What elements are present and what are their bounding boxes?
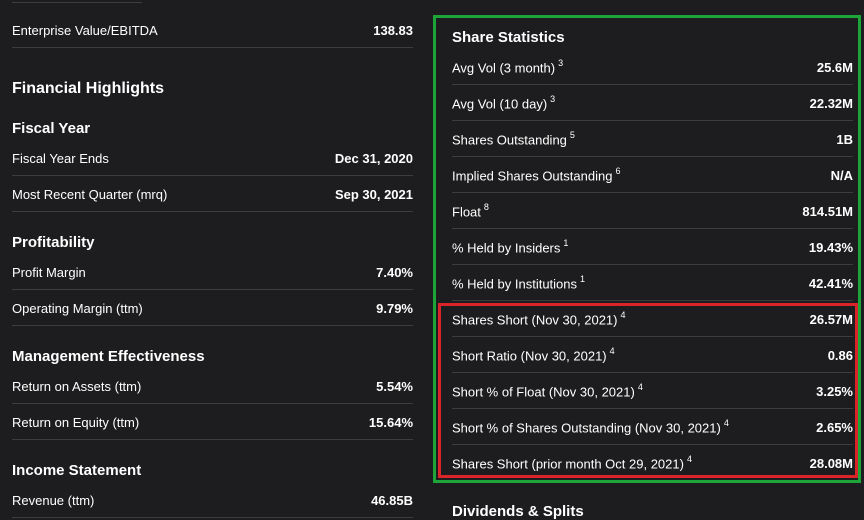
row-label: Return on Equity (ttm) bbox=[12, 414, 140, 430]
table-row: Most Recent Quarter (mrq) Sep 30, 2021 bbox=[12, 177, 413, 212]
income-statement-heading: Income Statement bbox=[12, 462, 142, 479]
row-value: Sep 30, 2021 bbox=[334, 186, 413, 202]
table-row: Return on Equity (ttm) 15.64% bbox=[12, 405, 413, 440]
fiscal-year-heading: Fiscal Year bbox=[12, 120, 91, 137]
row-label: Profit Margin bbox=[12, 264, 86, 280]
table-row: Profit Margin 7.40% bbox=[12, 255, 413, 290]
row-value: 46.85B bbox=[371, 492, 413, 508]
clipped-row-fragment bbox=[12, 0, 142, 3]
row-value: 5.54% bbox=[376, 378, 413, 394]
management-effectiveness-heading: Management Effectiveness bbox=[12, 348, 205, 365]
row-label: Return on Assets (ttm) bbox=[12, 378, 142, 394]
row-value: 7.40% bbox=[376, 264, 413, 280]
row-value: Dec 31, 2020 bbox=[334, 150, 413, 166]
row-label: Revenue (ttm) bbox=[12, 492, 95, 508]
row-label: Most Recent Quarter (mrq) bbox=[12, 186, 168, 202]
row-value: 15.64% bbox=[368, 414, 413, 430]
short-interest-highlight-box bbox=[438, 303, 858, 478]
table-row: Fiscal Year Ends Dec 31, 2020 bbox=[12, 141, 413, 176]
profitability-heading: Profitability bbox=[12, 234, 95, 251]
row-value: 9.79% bbox=[376, 300, 413, 316]
row-label: Fiscal Year Ends bbox=[12, 150, 109, 166]
row-value: 138.83 bbox=[373, 22, 413, 38]
dividends-splits-heading: Dividends & Splits bbox=[452, 503, 584, 520]
table-row: Enterprise Value/EBITDA 138.83 bbox=[12, 13, 413, 48]
table-row: Operating Margin (ttm) 9.79% bbox=[12, 291, 413, 326]
row-label: Enterprise Value/EBITDA bbox=[12, 22, 158, 38]
table-row: Return on Assets (ttm) 5.54% bbox=[12, 369, 413, 404]
row-label: Operating Margin (ttm) bbox=[12, 300, 143, 316]
table-row: Revenue (ttm) 46.85B bbox=[12, 483, 413, 518]
financial-highlights-heading: Financial Highlights bbox=[12, 80, 165, 97]
